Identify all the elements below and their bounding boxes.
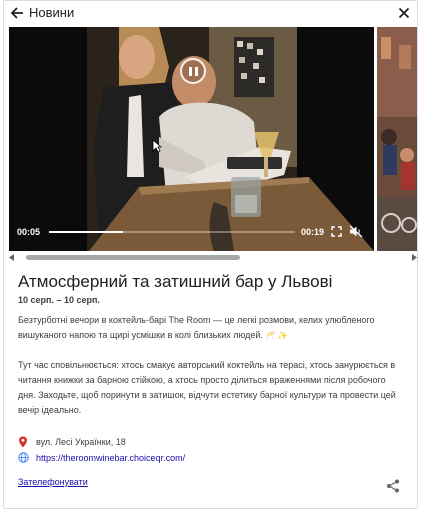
globe-icon: [18, 452, 29, 463]
panel-title: Новини: [29, 5, 75, 20]
thumbnail-image: [377, 27, 417, 251]
website-link[interactable]: https://theroomwinebar.choiceqr.com/: [36, 453, 185, 463]
media-carousel[interactable]: 00:05 00:19: [9, 27, 417, 253]
event-dates: 10 серп. – 10 серп.: [18, 295, 100, 305]
article-description: Безтурботні вечори в коктейль-барі The R…: [18, 313, 403, 433]
call-button[interactable]: Зателефонувати: [18, 477, 88, 487]
champagne-icon: 🥂: [265, 331, 276, 340]
panel-header: Новини: [4, 1, 417, 27]
video-progress-fill: [49, 231, 123, 233]
video-player[interactable]: 00:05 00:19: [9, 27, 374, 251]
scroll-left-arrow-icon[interactable]: [9, 254, 15, 261]
pause-icon-bar: [195, 67, 198, 76]
carousel-scrollbar[interactable]: [9, 253, 417, 262]
fullscreen-icon[interactable]: [331, 226, 342, 237]
mouse-cursor-icon: [152, 139, 162, 153]
video-current-time: 00:05: [17, 227, 41, 237]
description-paragraph-1: Безтурботні вечори в коктейль-барі The R…: [18, 313, 403, 343]
video-duration: 00:19: [301, 227, 325, 237]
sparkles-icon: ✨: [277, 331, 288, 340]
address-text: вул. Лесі Українки, 18: [36, 437, 126, 447]
next-media-thumbnail[interactable]: [377, 27, 417, 251]
location-pin-icon: [19, 436, 27, 448]
pause-button[interactable]: [180, 58, 206, 84]
paragraph-1-text: Безтурботні вечори в коктейль-барі The R…: [18, 315, 375, 340]
volume-muted-icon[interactable]: [349, 225, 363, 238]
scrollbar-thumb[interactable]: [26, 255, 240, 260]
back-arrow-icon[interactable]: [8, 4, 26, 22]
article-title: Атмосферний та затишний бар у Львові: [18, 272, 333, 291]
pause-icon: [189, 67, 192, 76]
close-icon[interactable]: [395, 4, 413, 22]
video-progress-bar[interactable]: [49, 231, 295, 233]
scroll-right-arrow-icon[interactable]: [411, 254, 417, 261]
description-paragraph-2: Тут час сповільнюється: хтось смакує авт…: [18, 360, 396, 415]
share-icon[interactable]: [386, 479, 400, 493]
news-card-panel: Новини 00:05 00:19 Атмосферний та затишн…: [3, 0, 418, 509]
